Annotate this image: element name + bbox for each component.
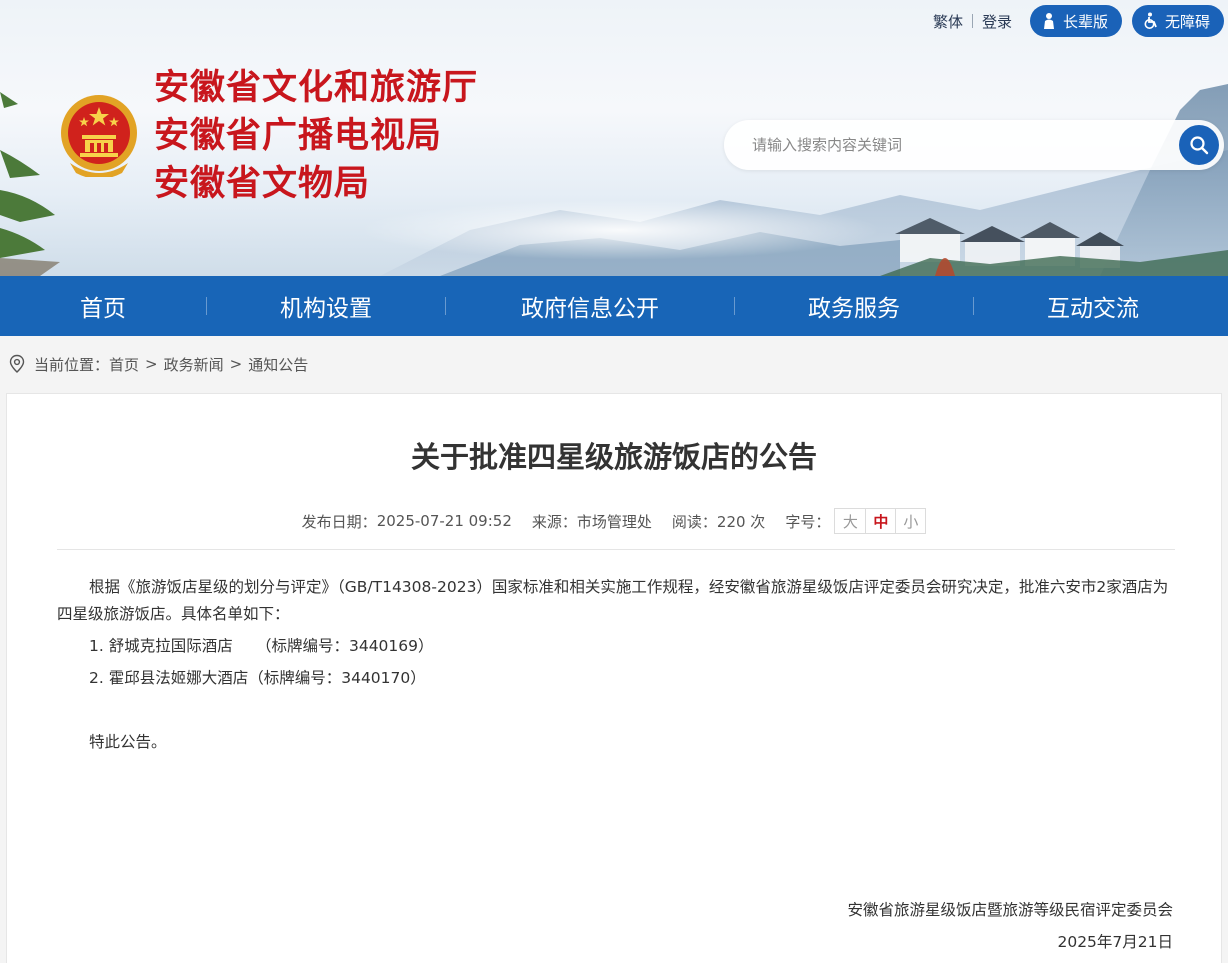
breadcrumb: 当前位置： 首页 > 政务新闻 > 通知公告 bbox=[8, 352, 308, 376]
breadcrumb-prefix: 当前位置： bbox=[34, 355, 110, 374]
font-size-small-button[interactable]: 小 bbox=[895, 509, 925, 533]
issue-date: 2025年7月21日 bbox=[1057, 933, 1173, 951]
breadcrumb-gov-news[interactable]: 政务新闻 bbox=[164, 354, 224, 375]
nav-item-interaction[interactable]: 互动交流 bbox=[974, 289, 1212, 323]
accessibility-label: 无障碍 bbox=[1164, 12, 1210, 31]
divider bbox=[971, 14, 973, 28]
site-name-radio-tv: 安徽省广播电视局 bbox=[154, 115, 443, 156]
font-size-label: 字号： bbox=[785, 512, 831, 531]
site-name-cultural-relics: 安徽省文物局 bbox=[154, 163, 371, 204]
elder-mode-label: 长辈版 bbox=[1062, 12, 1108, 31]
article-meta: 发布日期： 2025-07-21 09:52 来源： 市场管理处 阅读： 220… bbox=[7, 508, 1221, 534]
breadcrumb-notices[interactable]: 通知公告 bbox=[248, 354, 308, 375]
issuing-committee: 安徽省旅游星级饭店暨旅游等级民宿评定委员会 bbox=[847, 901, 1173, 919]
nav-item-organization[interactable]: 机构设置 bbox=[207, 289, 445, 323]
search-icon bbox=[1190, 136, 1209, 155]
source-label: 来源： bbox=[531, 512, 577, 531]
hotel-list-item: 2. 霍邱县法姬娜大酒店（标牌编号：3440170） bbox=[89, 669, 426, 687]
traditional-chinese-link[interactable]: 繁体 bbox=[933, 11, 963, 32]
elder-icon bbox=[1043, 13, 1054, 29]
publish-date: 2025-07-21 09:52 bbox=[376, 512, 512, 530]
meta-divider bbox=[57, 549, 1175, 550]
font-size-switcher: 大 中 小 bbox=[834, 508, 927, 534]
site-header: 繁体 登录 长辈版 无障碍 安徽省文化和旅游厅 安徽省广播电视局 安徽省文物局 … bbox=[0, 0, 1228, 276]
breadcrumb-home[interactable]: 首页 bbox=[109, 354, 139, 375]
views-count: 220 次 bbox=[716, 512, 766, 531]
national-emblem-logo[interactable] bbox=[60, 93, 138, 177]
article-panel: 关于批准四星级旅游饭店的公告 发布日期： 2025-07-21 09:52 来源… bbox=[6, 393, 1222, 963]
wheelchair-icon bbox=[1144, 12, 1157, 29]
article-body: 根据《旅游饭店星级的划分与评定》（GB/T14308-2023）国家标准和相关实… bbox=[57, 574, 1177, 756]
nav-item-services[interactable]: 政务服务 bbox=[735, 289, 973, 323]
publish-date-label: 发布日期： bbox=[301, 512, 377, 531]
site-name-culture-tourism: 安徽省文化和旅游厅 bbox=[154, 67, 479, 108]
closing-statement: 特此公告。 bbox=[89, 733, 167, 751]
main-navigation: 首页 机构设置 政府信息公开 政务服务 互动交流 bbox=[0, 276, 1228, 336]
location-pin-icon bbox=[9, 354, 25, 373]
breadcrumb-separator: > bbox=[229, 355, 243, 373]
site-title-block: 安徽省文化和旅游厅 安徽省广播电视局 安徽省文物局 bbox=[154, 64, 478, 208]
hotel-list-item: 1. 舒城克拉国际酒店 （标牌编号：3440169） bbox=[89, 637, 434, 655]
source-value: 市场管理处 bbox=[576, 512, 652, 531]
search-button[interactable] bbox=[1179, 125, 1219, 165]
search-box bbox=[724, 120, 1224, 170]
top-utility-bar: 繁体 登录 长辈版 无障碍 bbox=[933, 0, 1228, 42]
article-paragraph: 根据《旅游饭店星级的划分与评定》（GB/T14308-2023）国家标准和相关实… bbox=[57, 578, 1169, 623]
nav-item-home[interactable]: 首页 bbox=[0, 289, 206, 323]
search-input[interactable] bbox=[752, 133, 1152, 157]
views-label: 阅读： bbox=[671, 512, 717, 531]
breadcrumb-separator: > bbox=[145, 355, 158, 373]
login-link[interactable]: 登录 bbox=[982, 11, 1012, 32]
font-size-large-button[interactable]: 大 bbox=[835, 509, 865, 533]
font-size-medium-button[interactable]: 中 bbox=[865, 509, 895, 533]
article-title: 关于批准四星级旅游饭店的公告 bbox=[410, 440, 817, 474]
accessibility-button[interactable]: 无障碍 bbox=[1131, 5, 1224, 37]
signature-block: 安徽省旅游星级饭店暨旅游等级民宿评定委员会 2025年7月21日 bbox=[847, 894, 1173, 958]
nav-item-gov-info[interactable]: 政府信息公开 bbox=[446, 289, 734, 323]
elder-mode-button[interactable]: 长辈版 bbox=[1029, 5, 1122, 37]
